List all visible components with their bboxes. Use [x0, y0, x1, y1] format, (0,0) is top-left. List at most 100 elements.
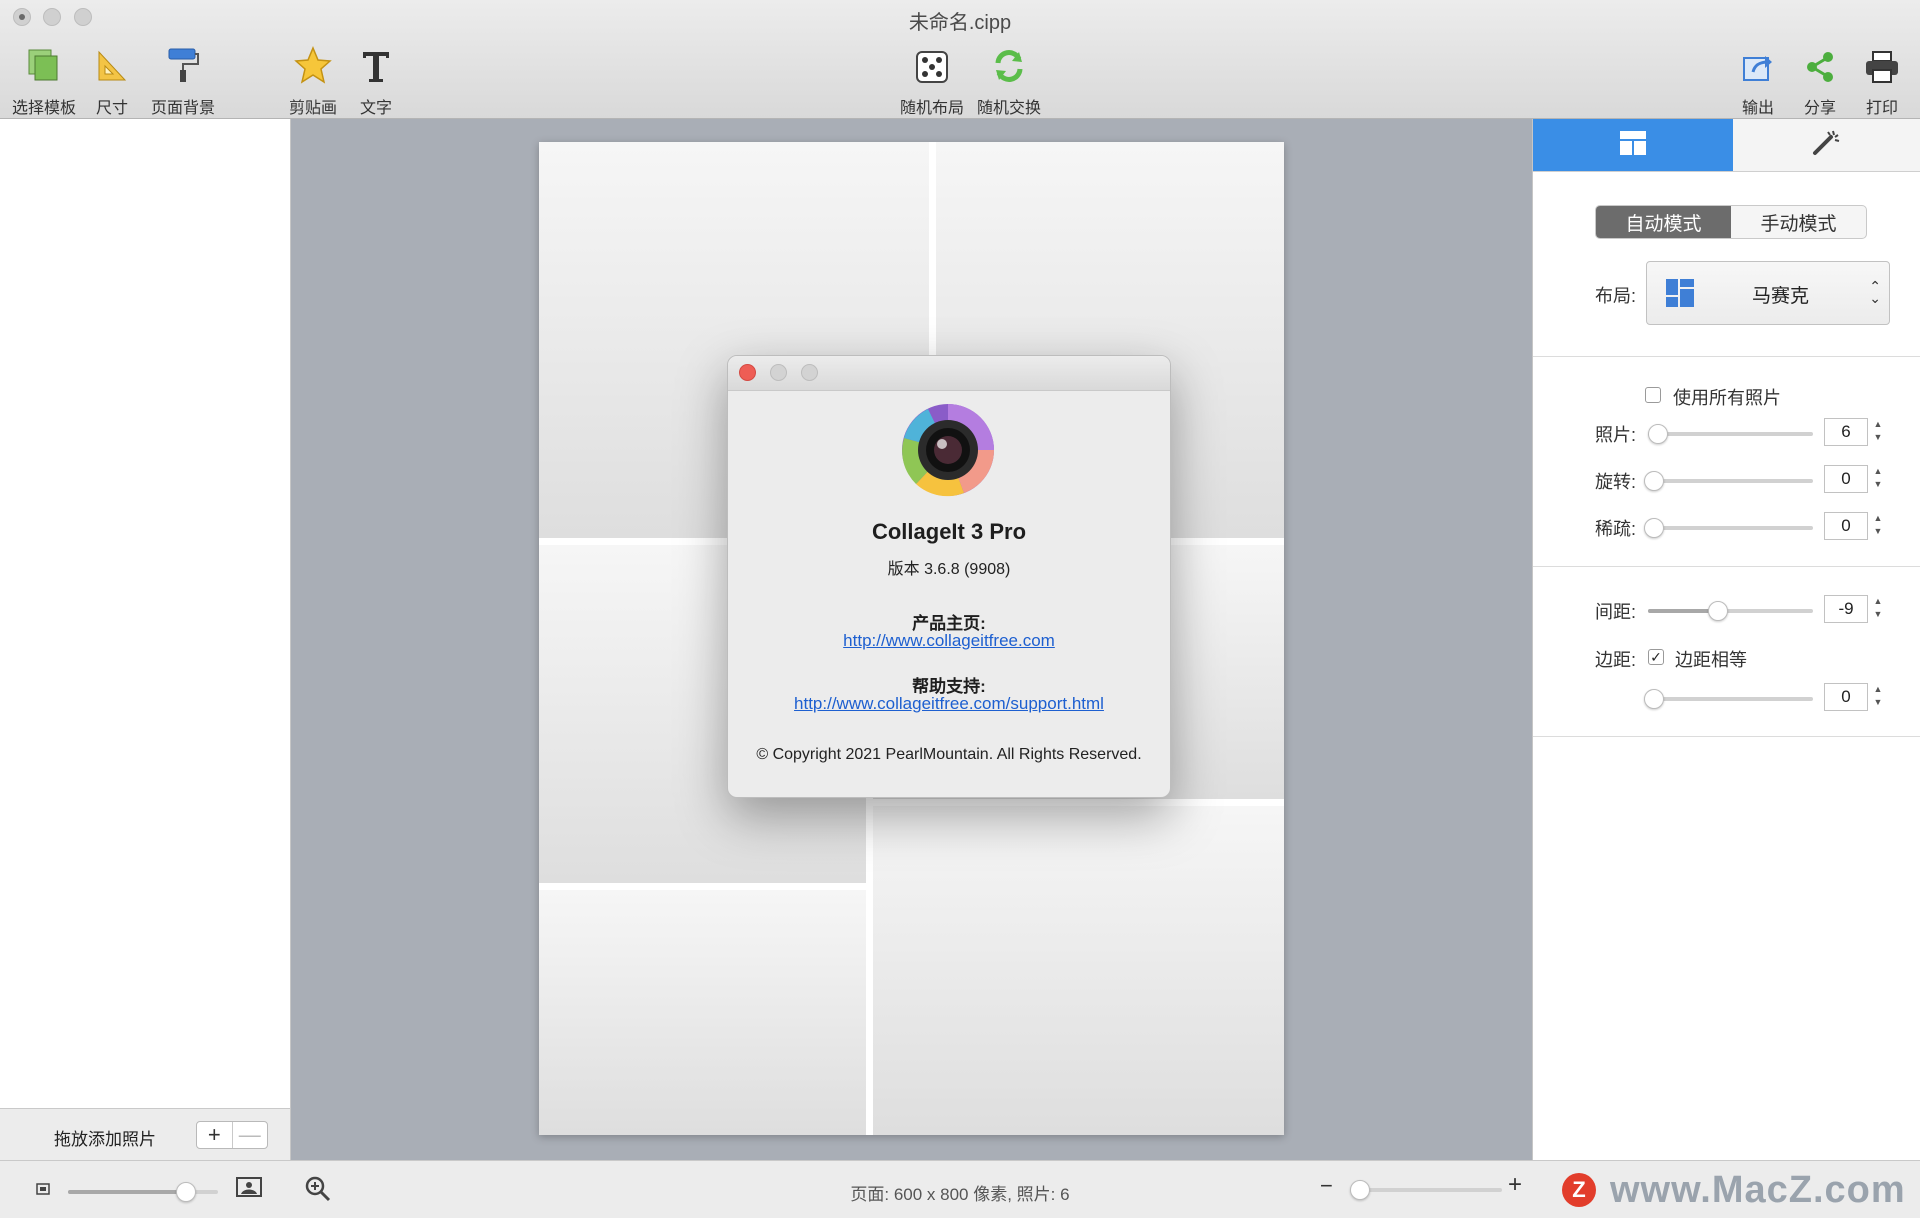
about-minimize-button	[770, 364, 787, 381]
add-remove-photo-control: + —	[196, 1121, 268, 1149]
share-icon	[1800, 40, 1840, 84]
dice-icon	[898, 40, 966, 84]
margin-field[interactable]: 0	[1824, 683, 1868, 711]
print-button[interactable]: 打印	[1862, 40, 1902, 118]
add-photo-button[interactable]: +	[197, 1122, 232, 1148]
window-title: 未命名.cipp	[908, 12, 1012, 34]
chevron-updown-icon: ⌃ ⌄	[1869, 278, 1881, 306]
title-toolbar: 未命名.cipp 选择模板 尺寸 页面背景 剪贴画 文字 随机布局 随机交换 输…	[0, 0, 1920, 119]
margin-label: 边距:	[1595, 650, 1637, 670]
about-titlebar	[728, 356, 1170, 391]
use-all-photos-label: 使用所有照片	[1673, 388, 1781, 408]
layout-select[interactable]: 马赛克 ⌃ ⌄	[1646, 261, 1890, 325]
random-layout-button[interactable]: 随机布局	[898, 40, 966, 118]
clipart-label: 剪贴画	[288, 100, 337, 117]
tab-effects[interactable]	[1733, 119, 1920, 171]
ruler-icon	[90, 40, 134, 84]
photos-label: 照片:	[1595, 425, 1637, 445]
rotation-stepper[interactable]: ▲ ▼	[1872, 465, 1884, 493]
mosaic-layout-icon	[1665, 278, 1695, 313]
select-template-button[interactable]: 选择模板	[8, 40, 80, 118]
inspector-panel: 自动模式 手动模式 布局: 马赛克 ⌃ ⌄ 使用所有照片 照片: 6 ▲ ▼ 旋转:…	[1532, 119, 1920, 1160]
layout-value: 马赛克	[1752, 286, 1810, 307]
spacing-field[interactable]: -9	[1824, 595, 1868, 623]
about-dialog: CollageIt 3 Pro 版本 3.6.8 (9908) 产品主页: ht…	[727, 355, 1171, 798]
sparse-stepper[interactable]: ▲ ▼	[1872, 512, 1884, 540]
sparse-field[interactable]: 0	[1824, 512, 1868, 540]
text-button[interactable]: 文字	[354, 40, 398, 118]
rotation-label: 旋转:	[1595, 472, 1637, 492]
about-zoom-button	[801, 364, 818, 381]
mode-segmented-control: 自动模式 手动模式	[1595, 205, 1867, 239]
photo-list-footer: 拖放添加照片 + —	[0, 1108, 291, 1161]
auto-mode-button[interactable]: 自动模式	[1596, 206, 1731, 238]
homepage-link[interactable]: http://www.collageitfree.com	[728, 631, 1170, 651]
template-icon	[8, 40, 80, 84]
random-swap-label: 随机交换	[976, 100, 1041, 117]
shuffle-icon	[975, 40, 1043, 84]
text-label: 文字	[359, 100, 392, 117]
equal-margins-label: 边距相等	[1675, 650, 1747, 670]
photo-list-panel[interactable]	[0, 119, 291, 1108]
inspector-tabs	[1533, 119, 1920, 172]
spacing-slider-knob[interactable]	[1708, 601, 1728, 621]
remove-photo-button[interactable]: —	[231, 1122, 268, 1148]
photos-stepper[interactable]: ▲ ▼	[1872, 418, 1884, 446]
photos-slider[interactable]	[1648, 424, 1813, 444]
tab-layout[interactable]	[1533, 119, 1733, 171]
about-close-button[interactable]	[739, 364, 756, 381]
spacing-label: 间距:	[1595, 602, 1637, 622]
photos-slider-knob[interactable]	[1648, 424, 1668, 444]
equal-margins-checkbox[interactable]: ✓	[1648, 649, 1664, 665]
collage-cell[interactable]	[539, 890, 866, 1135]
section-divider	[1533, 356, 1920, 357]
share-button[interactable]: 分享	[1800, 40, 1840, 118]
watermark: Z www.MacZ.com	[1562, 1169, 1906, 1211]
page-background-button[interactable]: 页面背景	[150, 40, 216, 118]
drop-photos-hint: 拖放添加照片	[54, 1130, 156, 1149]
select-template-label: 选择模板	[11, 100, 76, 117]
size-button[interactable]: 尺寸	[90, 40, 134, 118]
export-label: 输出	[1741, 100, 1774, 117]
random-layout-label: 随机布局	[899, 100, 964, 117]
star-icon	[286, 40, 340, 84]
sparse-label: 稀疏:	[1595, 519, 1637, 539]
copyright-text: © Copyright 2021 PearlMountain. All Righ…	[756, 746, 1142, 763]
layout-icon	[1619, 130, 1647, 161]
magic-wand-icon	[1811, 129, 1843, 162]
margin-slider[interactable]	[1644, 689, 1813, 709]
app-logo-icon	[900, 402, 996, 498]
rotation-field[interactable]: 0	[1824, 465, 1868, 493]
section-divider	[1533, 566, 1920, 567]
support-link[interactable]: http://www.collageitfree.com/support.htm…	[728, 694, 1170, 714]
collage-cell[interactable]	[873, 806, 1284, 1135]
size-label: 尺寸	[95, 100, 128, 117]
spacing-slider[interactable]	[1648, 601, 1813, 621]
export-icon	[1738, 40, 1778, 84]
watermark-text: www.MacZ.com	[1610, 1168, 1906, 1211]
page-background-label: 页面背景	[150, 100, 215, 117]
text-icon	[354, 40, 398, 84]
rotation-slider-knob[interactable]	[1644, 471, 1664, 491]
photos-count-field[interactable]: 6	[1824, 418, 1868, 446]
app-version: 版本 3.6.8 (9908)	[887, 561, 1011, 578]
random-swap-button[interactable]: 随机交换	[975, 40, 1043, 118]
rotation-slider[interactable]	[1644, 471, 1813, 491]
share-label: 分享	[1803, 100, 1836, 117]
sparse-slider[interactable]	[1644, 518, 1813, 538]
spacing-stepper[interactable]: ▲ ▼	[1872, 595, 1884, 623]
margin-slider-knob[interactable]	[1644, 689, 1664, 709]
manual-mode-button[interactable]: 手动模式	[1731, 206, 1866, 238]
app-name: CollageIt 3 Pro	[871, 519, 1027, 544]
use-all-photos-checkbox[interactable]	[1645, 387, 1661, 403]
printer-icon	[1862, 40, 1902, 84]
clipart-button[interactable]: 剪贴画	[286, 40, 340, 118]
margin-stepper[interactable]: ▲ ▼	[1872, 683, 1884, 711]
section-divider	[1533, 736, 1920, 737]
print-label: 打印	[1865, 100, 1898, 117]
watermark-logo: Z	[1562, 1173, 1596, 1207]
layout-label: 布局:	[1595, 286, 1637, 306]
sparse-slider-knob[interactable]	[1644, 518, 1664, 538]
export-button[interactable]: 输出	[1738, 40, 1778, 118]
paint-roller-icon	[150, 40, 216, 84]
